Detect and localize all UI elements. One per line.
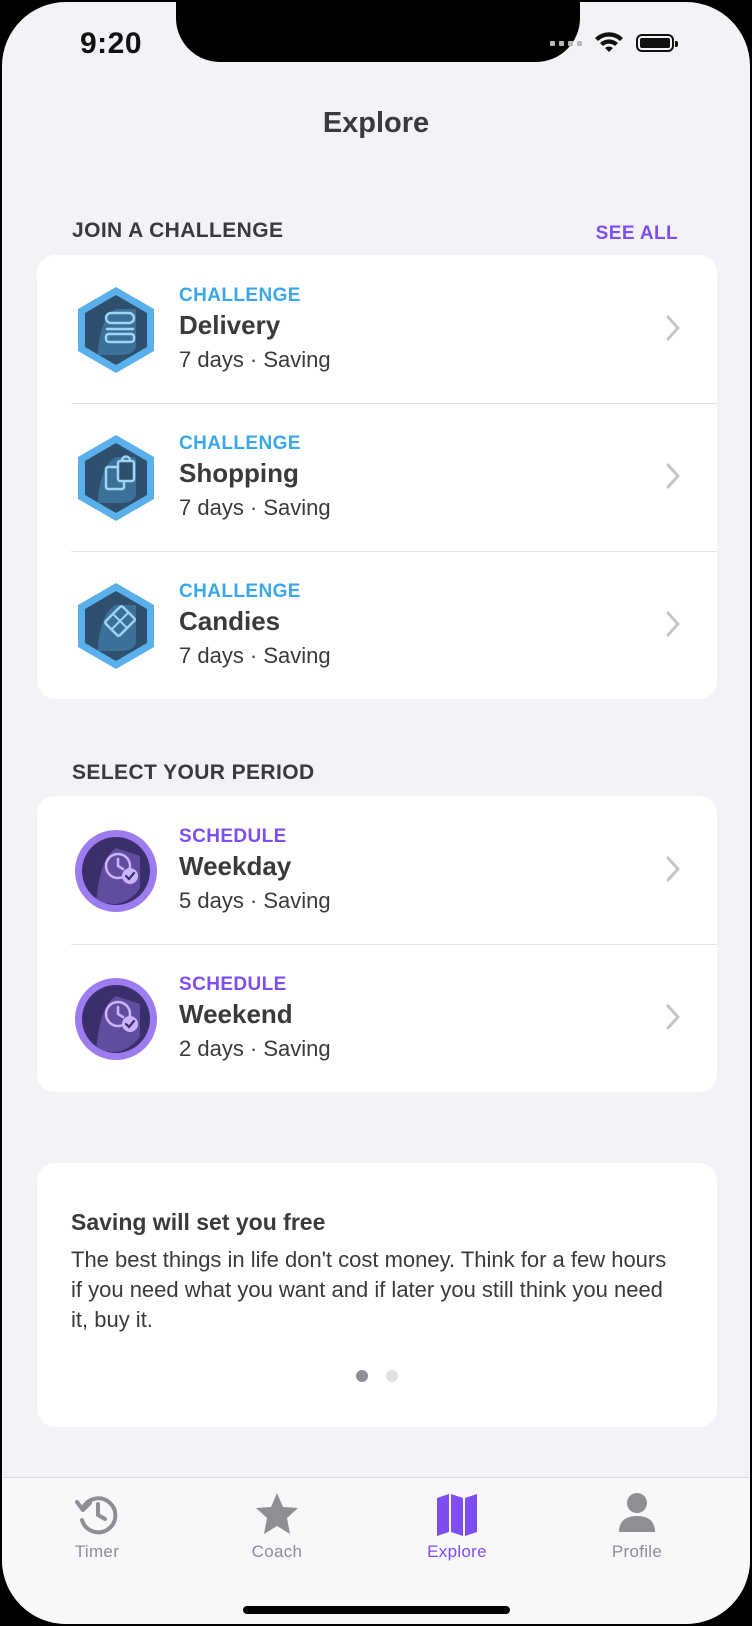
row-kicker: SCHEDULE xyxy=(179,826,287,847)
row-meta: 7 days · Saving xyxy=(179,495,331,520)
battery-icon xyxy=(636,34,678,52)
challenge-row-delivery[interactable]: CHALLENGE Delivery 7 days · Saving xyxy=(37,255,717,403)
row-meta: 7 days · Saving xyxy=(179,643,331,668)
wifi-icon xyxy=(595,32,623,52)
page-title: Explore xyxy=(322,107,430,139)
chevron-right-icon xyxy=(666,1004,680,1030)
chevron-right-icon xyxy=(666,611,680,637)
tab-timer[interactable]: Timer xyxy=(32,1490,162,1562)
chevron-right-icon xyxy=(666,463,680,489)
shopping-bags-icon xyxy=(78,435,154,521)
tab-profile[interactable]: Profile xyxy=(572,1490,702,1562)
tab-bar: Timer Coach Explore Profile xyxy=(2,1477,750,1624)
device-notch xyxy=(176,2,580,62)
row-title: Shopping xyxy=(179,458,299,488)
row-kicker: CHALLENGE xyxy=(179,285,301,306)
period-heading: SELECT YOUR PERIOD xyxy=(72,761,315,784)
challenge-row-candies[interactable]: CHALLENGE Candies 7 days · Saving xyxy=(37,551,717,699)
clock-check-icon xyxy=(75,830,157,912)
device-frame: 9:20 Explore JOIN A CHALLENGE SEE ALL CH… xyxy=(0,0,752,1626)
challenges-card: CHALLENGE Delivery 7 days · Saving CHALL… xyxy=(37,255,717,699)
tab-label: Timer xyxy=(74,1542,120,1561)
chevron-right-icon xyxy=(666,315,680,341)
challenges-heading: JOIN A CHALLENGE xyxy=(72,219,284,242)
schedule-row-weekday[interactable]: SCHEDULE Weekday 5 days · Saving xyxy=(37,796,717,944)
page-dot[interactable] xyxy=(356,1370,368,1382)
tip-title: Saving will set you free xyxy=(71,1209,326,1235)
see-all-button[interactable]: SEE ALL xyxy=(596,223,678,245)
tab-explore[interactable]: Explore xyxy=(392,1490,522,1562)
page-indicator[interactable] xyxy=(37,1370,717,1382)
row-meta: 5 days · Saving xyxy=(179,888,331,913)
schedule-row-weekend[interactable]: SCHEDULE Weekend 2 days · Saving xyxy=(37,944,717,1092)
page-dot[interactable] xyxy=(386,1370,398,1382)
home-indicator[interactable] xyxy=(243,1606,510,1614)
status-icons xyxy=(550,32,678,54)
row-meta: 7 days · Saving xyxy=(179,347,331,372)
screen: 9:20 Explore JOIN A CHALLENGE SEE ALL CH… xyxy=(2,2,750,1624)
tip-body: The best things in life don't cost money… xyxy=(71,1247,667,1332)
tab-label: Coach xyxy=(251,1542,303,1561)
row-title: Weekend xyxy=(179,999,293,1029)
person-icon xyxy=(619,1493,655,1532)
challenge-row-shopping[interactable]: CHALLENGE Shopping 7 days · Saving xyxy=(37,403,717,551)
tab-label: Profile xyxy=(611,1542,663,1561)
tab-coach[interactable]: Coach xyxy=(212,1490,342,1562)
row-kicker: CHALLENGE xyxy=(179,581,301,602)
star-icon xyxy=(256,1493,298,1534)
cellular-signal-icon xyxy=(550,40,582,46)
tip-card[interactable]: Saving will set you free The best things… xyxy=(37,1163,717,1427)
row-title: Candies xyxy=(179,606,281,636)
row-kicker: SCHEDULE xyxy=(179,974,287,995)
row-title: Weekday xyxy=(179,851,292,881)
chocolate-icon xyxy=(78,583,154,669)
burger-icon xyxy=(78,287,154,373)
map-icon xyxy=(437,1494,477,1536)
row-kicker: CHALLENGE xyxy=(179,433,301,454)
row-title: Delivery xyxy=(179,310,281,340)
status-time: 9:20 xyxy=(80,27,143,60)
clock-check-icon xyxy=(75,978,157,1060)
chevron-right-icon xyxy=(666,856,680,882)
row-meta: 2 days · Saving xyxy=(179,1036,331,1061)
period-card: SCHEDULE Weekday 5 days · Saving SCHEDUL… xyxy=(37,796,717,1092)
history-clock-icon xyxy=(75,1496,118,1535)
tab-label: Explore xyxy=(427,1542,487,1561)
